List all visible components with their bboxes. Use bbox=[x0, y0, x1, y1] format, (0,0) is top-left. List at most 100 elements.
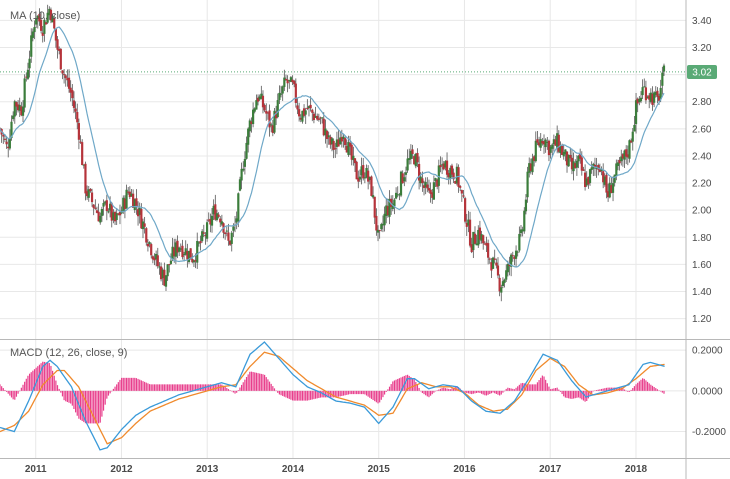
macd-histogram-bar bbox=[188, 384, 190, 391]
macd-histogram-bar bbox=[530, 384, 532, 391]
macd-histogram-bar bbox=[163, 384, 165, 391]
candle-body bbox=[495, 262, 498, 266]
candle-body bbox=[482, 235, 485, 244]
macd-histogram-bar bbox=[446, 388, 448, 391]
macd-histogram-bar bbox=[477, 390, 479, 393]
macd-histogram-bar bbox=[117, 382, 119, 391]
candle-body bbox=[358, 176, 362, 180]
macd-histogram-bar bbox=[436, 390, 438, 391]
macd-histogram-bar bbox=[645, 380, 647, 391]
macd-histogram-bar bbox=[380, 390, 382, 400]
macd-histogram-bar bbox=[111, 390, 113, 392]
macd-histogram-bar bbox=[433, 390, 435, 393]
y-tick-label: 3.20 bbox=[692, 43, 712, 54]
macd-histogram-bar bbox=[70, 390, 72, 404]
macd-histogram-bar bbox=[559, 390, 562, 392]
macd-histogram-bar bbox=[61, 390, 64, 397]
macd-histogram-bar bbox=[635, 384, 637, 391]
macd-histogram-bar bbox=[311, 390, 313, 400]
macd-histogram-bar bbox=[623, 389, 626, 391]
macd-histogram-bar bbox=[449, 389, 451, 391]
macd-histogram-bar bbox=[653, 386, 655, 391]
candle-body bbox=[309, 104, 312, 109]
macd-histogram-bar bbox=[63, 390, 65, 401]
candle-body bbox=[445, 160, 449, 175]
macd-histogram-bar bbox=[508, 388, 511, 391]
macd-histogram-bar bbox=[130, 377, 133, 391]
macd-histogram-bar bbox=[352, 390, 354, 395]
macd-histogram-bar bbox=[1, 386, 3, 391]
candle-body bbox=[426, 184, 429, 189]
macd-histogram-bar bbox=[116, 384, 118, 391]
candle-body bbox=[378, 230, 381, 232]
macd-histogram-bar bbox=[190, 384, 192, 391]
candle-body bbox=[334, 148, 337, 150]
candle-body bbox=[164, 275, 168, 287]
macd-histogram-bar bbox=[487, 390, 489, 395]
macd-histogram-bar bbox=[316, 390, 318, 399]
macd-histogram-bar bbox=[295, 390, 297, 401]
candle-body bbox=[662, 65, 666, 72]
macd-histogram-bar bbox=[221, 384, 223, 391]
candle-body bbox=[641, 87, 644, 96]
macd-histogram-bar bbox=[142, 381, 144, 391]
macd-histogram-bar bbox=[564, 390, 566, 398]
candle-body bbox=[500, 287, 503, 293]
macd-histogram-bar bbox=[637, 382, 639, 391]
candle-body bbox=[411, 149, 414, 154]
macd-histogram-bar bbox=[438, 389, 440, 391]
macd-histogram-bar bbox=[377, 390, 379, 404]
candle-body bbox=[534, 140, 537, 162]
candle-body bbox=[77, 123, 80, 140]
macd-histogram-bar bbox=[144, 381, 146, 391]
macd-histogram-bar bbox=[140, 380, 142, 391]
macd-histogram-bar bbox=[515, 387, 517, 391]
candle-body bbox=[67, 77, 71, 89]
macd-histogram-bar bbox=[441, 388, 443, 391]
macd-histogram-bar bbox=[148, 384, 151, 391]
macd-histogram-bar bbox=[2, 388, 4, 391]
macd-y-tick-label: 0.0000 bbox=[692, 386, 723, 397]
macd-histogram-bar bbox=[434, 390, 437, 392]
candle-body bbox=[611, 183, 615, 193]
candle-body bbox=[355, 161, 358, 180]
candle-body bbox=[5, 141, 8, 145]
macd-histogram-bar bbox=[632, 388, 634, 391]
x-tick-label: 2017 bbox=[539, 464, 562, 475]
candle-body bbox=[146, 243, 150, 247]
macd-histogram-bar bbox=[300, 390, 302, 401]
y-tick-label: 2.00 bbox=[692, 206, 712, 217]
candle-body bbox=[304, 110, 307, 115]
candle-body bbox=[71, 90, 74, 99]
macd-histogram-bar bbox=[259, 373, 261, 391]
macd-histogram-bar bbox=[185, 384, 187, 391]
macd-histogram-bar bbox=[400, 377, 402, 391]
candle-body bbox=[94, 207, 97, 209]
macd-histogram-bar bbox=[339, 390, 341, 397]
macd-histogram-bar bbox=[426, 390, 428, 397]
macd-histogram-bar bbox=[134, 377, 136, 391]
candle-body bbox=[539, 139, 542, 148]
candle-body bbox=[633, 124, 636, 132]
macd-histogram-bar bbox=[374, 390, 376, 402]
candle-body bbox=[373, 196, 376, 218]
candle-body bbox=[238, 179, 242, 191]
candle-body bbox=[3, 138, 7, 140]
macd-histogram-bar bbox=[563, 390, 565, 397]
macd-histogram-bar bbox=[12, 390, 14, 400]
macd-histogram-bar bbox=[494, 390, 496, 394]
candle-body bbox=[656, 90, 659, 97]
candle-body bbox=[569, 154, 572, 159]
candle-body bbox=[526, 171, 529, 198]
candle-body bbox=[263, 105, 266, 111]
candle-body bbox=[8, 138, 11, 149]
macd-histogram-bar bbox=[360, 390, 363, 395]
macd-histogram-bar bbox=[291, 390, 294, 401]
macd-histogram-bar bbox=[444, 388, 446, 391]
macd-histogram-bar bbox=[476, 390, 478, 393]
y-tick-label: 2.20 bbox=[692, 179, 712, 190]
macd-histogram-bar bbox=[249, 371, 251, 391]
macd-histogram-bar bbox=[541, 375, 543, 391]
macd-histogram-bar bbox=[106, 390, 108, 399]
candle-body bbox=[61, 70, 64, 74]
